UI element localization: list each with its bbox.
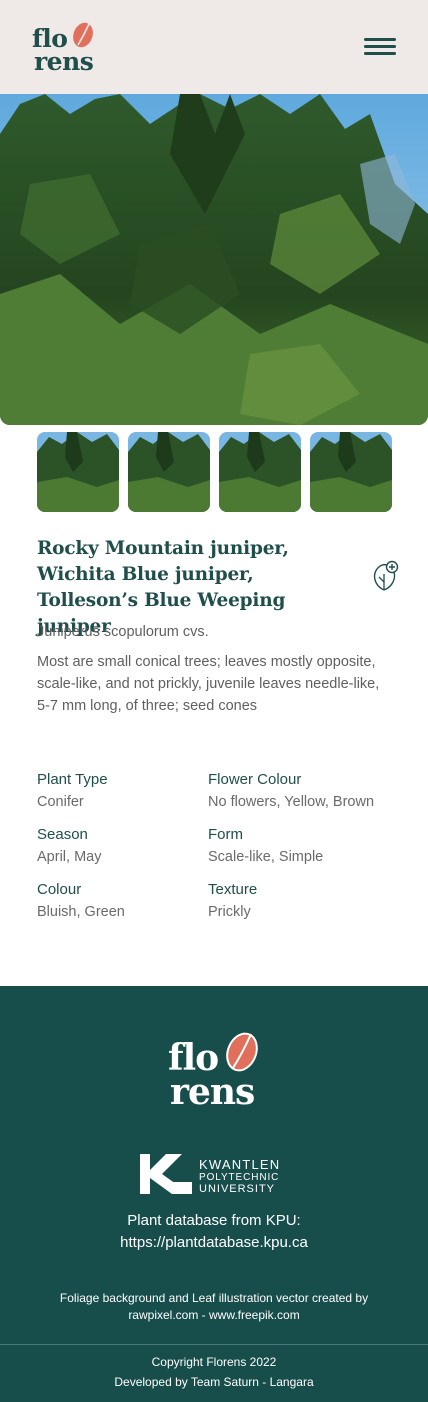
plant-database-link[interactable]: https://plantdatabase.kpu.ca xyxy=(0,1232,428,1254)
attribute-form: Form Scale-like, Simple xyxy=(208,825,408,867)
attribute-flower-colour: Flower Colour No flowers, Yellow, Brown xyxy=(208,770,408,812)
attribute-label: Form xyxy=(208,826,243,843)
footer-logo-text-line2: rens xyxy=(170,1071,255,1113)
attribute-label: Texture xyxy=(208,881,258,898)
thumbnail-photo xyxy=(128,432,210,512)
gallery-thumbnail[interactable] xyxy=(219,432,301,512)
plant-hero-image xyxy=(0,94,428,425)
copyright-text: Copyright Florens 2022 xyxy=(151,1355,277,1369)
footer-florens-logo[interactable]: flo rens xyxy=(168,1028,268,1118)
attribute-value: Scale-like, Simple xyxy=(208,849,324,865)
kpu-text-line3: UNIVERSITY xyxy=(199,1183,276,1195)
gallery-thumbnail[interactable] xyxy=(310,432,392,512)
attribute-label: Plant Type xyxy=(37,771,108,788)
attribute-value: Bluish, Green xyxy=(37,904,125,920)
thumbnail-photo xyxy=(219,432,301,512)
attribute-value: Prickly xyxy=(208,904,251,920)
attribute-texture: Texture Prickly xyxy=(208,880,408,922)
thumbnail-photo xyxy=(37,432,119,512)
leaf-logo-icon xyxy=(73,22,93,48)
attribute-label: Colour xyxy=(37,881,82,898)
add-to-collection-button[interactable] xyxy=(370,560,400,592)
attribute-label: Season xyxy=(37,826,88,843)
thumbnail-photo xyxy=(310,432,392,512)
conifer-trees-photo xyxy=(0,94,428,425)
image-credit: Foliage background and Leaf illustration… xyxy=(59,1291,369,1322)
kpu-mark-icon xyxy=(140,1154,192,1194)
plant-database-label: Plant database from KPU: xyxy=(127,1212,301,1229)
logo-text-line2: rens xyxy=(34,47,94,76)
scientific-name: Juniperus scopulorum cvs. xyxy=(37,624,209,640)
florens-logo[interactable]: flo rens xyxy=(32,18,96,78)
leaf-logo-icon xyxy=(226,1032,258,1072)
attribute-value: April, May xyxy=(37,849,102,865)
kpu-text-line1: KWANTLEN xyxy=(199,1157,281,1172)
footer-divider xyxy=(0,1344,428,1345)
attribute-season: Season April, May xyxy=(37,825,237,867)
developed-by-text: Developed by Team Saturn - Langara xyxy=(114,1375,314,1389)
kpu-logo[interactable]: KWANTLEN POLYTECHNIC UNIVERSITY xyxy=(140,1154,290,1196)
attribute-value: Conifer xyxy=(37,794,84,810)
attribute-value: No flowers, Yellow, Brown xyxy=(208,794,375,810)
leaf-plus-icon xyxy=(373,560,399,591)
gallery-thumbnail[interactable] xyxy=(37,432,119,512)
hamburger-menu-icon[interactable] xyxy=(364,36,398,58)
site-header: flo rens xyxy=(0,0,428,94)
attribute-colour: Colour Bluish, Green xyxy=(37,880,237,922)
plant-description: Most are small conical trees; leaves mos… xyxy=(37,654,380,714)
attribute-plant-type: Plant Type Conifer xyxy=(37,770,237,812)
gallery-thumbnail[interactable] xyxy=(128,432,210,512)
thumbnail-gallery xyxy=(37,432,397,512)
attribute-label: Flower Colour xyxy=(208,771,302,788)
